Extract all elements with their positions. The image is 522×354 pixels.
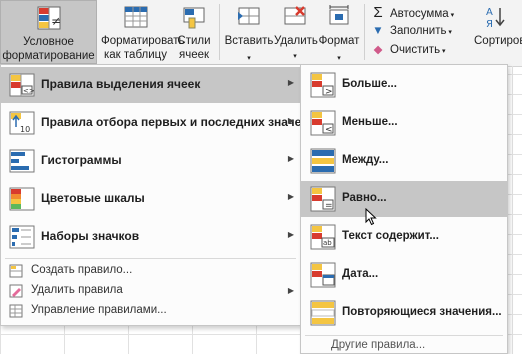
- submenu-item-label: Больше...: [342, 78, 397, 90]
- clear-button[interactable]: ◆ Очистить ▾: [371, 42, 446, 59]
- format-as-table-button[interactable]: Форматировать как таблицу: [97, 0, 185, 64]
- menu-item-data-bars[interactable]: Гистограммы ▶: [1, 143, 300, 179]
- cell-styles-label: Стили ячеек: [177, 35, 211, 61]
- highlight-rules-icon: <>: [9, 73, 35, 97]
- menu-item-clear-rules[interactable]: Удалить правила ▶: [1, 281, 300, 301]
- text-contains-icon: ab: [310, 224, 336, 250]
- svg-text:<: <: [325, 125, 333, 135]
- sort-filter-label: Сортировка и фильтр: [474, 35, 522, 47]
- less-than-icon: <: [310, 110, 336, 136]
- delete-cells-button[interactable]: Удалить ▾: [274, 0, 318, 64]
- submenu-arrow-icon: ▶: [287, 286, 294, 295]
- sort-filter-button[interactable]: А Я Сортировка и фильтр: [472, 0, 522, 64]
- menu-item-label: Правила отбора первых и последних значен…: [41, 115, 324, 129]
- submenu-arrow-icon: ▶: [287, 78, 294, 87]
- clear-rules-icon: [9, 284, 23, 298]
- ribbon-separator: [219, 4, 220, 60]
- submenu-item-label: Повторяющиеся значения...: [342, 306, 502, 318]
- menu-separator: [305, 335, 503, 336]
- insert-label: Вставить ▾: [224, 35, 274, 62]
- delete-label: Удалить ▾: [274, 35, 318, 60]
- menu-item-color-scales[interactable]: Цветовые шкалы ▶: [1, 181, 300, 217]
- menu-item-label: Цветовые шкалы: [41, 191, 145, 205]
- fill-down-icon: ▼: [372, 25, 384, 37]
- menu-item-label: Правила выделения ячеек: [41, 77, 201, 91]
- submenu-item-equal-to[interactable]: = Равно...: [301, 181, 507, 217]
- menu-item-label: Создать правило...: [31, 264, 133, 276]
- submenu-item-date-occurring[interactable]: Дата...: [301, 257, 507, 293]
- svg-text:ab: ab: [323, 239, 332, 247]
- format-label: Формат ▾: [318, 35, 360, 62]
- submenu-arrow-icon: ▶: [287, 154, 294, 163]
- ribbon-separator: [364, 4, 365, 60]
- submenu-arrow-icon: ▶: [287, 192, 294, 201]
- highlight-cells-rules-submenu: > Больше... < Меньше... Между... = Равно…: [300, 64, 508, 354]
- new-rule-icon: [9, 264, 23, 278]
- delete-cells-icon: [284, 6, 306, 25]
- fill-button[interactable]: ▼ Заполнить ▾: [371, 23, 452, 40]
- cell-styles-icon: [183, 7, 205, 29]
- more-rules-link[interactable]: Другие правила...: [331, 339, 425, 351]
- svg-text:=: =: [325, 201, 333, 211]
- format-as-table-icon: [124, 6, 147, 28]
- svg-text:Я: Я: [486, 19, 493, 30]
- sort-filter-icon: А Я: [486, 7, 505, 30]
- icon-sets-icon: [9, 225, 35, 249]
- conditional-formatting-menu: <> Правила выделения ячеек ▶ 10 Правила …: [0, 64, 323, 326]
- menu-item-icon-sets[interactable]: Наборы значков ▶: [1, 219, 300, 255]
- format-cells-button[interactable]: Формат ▾: [316, 0, 362, 64]
- insert-cells-button[interactable]: Вставить ▾: [224, 0, 274, 64]
- sigma-icon: Σ: [373, 4, 383, 21]
- ribbon: ≠ Условное форматирование ▾ Форматироват…: [0, 0, 522, 77]
- menu-item-label: Удалить правила: [31, 284, 123, 296]
- submenu-item-text-contains[interactable]: ab Текст содержит...: [301, 219, 507, 255]
- menu-item-label: Гистограммы: [41, 153, 122, 167]
- submenu-item-label: Между...: [342, 154, 389, 166]
- between-icon: [310, 148, 336, 174]
- submenu-item-between[interactable]: Между...: [301, 143, 507, 179]
- format-cells-icon: [329, 5, 349, 25]
- submenu-item-label: Меньше...: [342, 116, 398, 128]
- submenu-item-label: Дата...: [342, 268, 379, 280]
- menu-item-new-rule[interactable]: Создать правило...: [1, 261, 300, 281]
- top-bottom-rules-icon: 10: [9, 111, 35, 135]
- submenu-item-greater-than[interactable]: > Больше...: [301, 67, 507, 103]
- manage-rules-icon: [9, 304, 23, 318]
- mouse-pointer-icon: [365, 208, 377, 226]
- conditional-formatting-button[interactable]: ≠ Условное форматирование ▾: [0, 0, 97, 77]
- color-scales-icon: [9, 187, 35, 211]
- svg-text:10: 10: [20, 125, 30, 134]
- submenu-arrow-icon: ▶: [287, 116, 294, 125]
- data-bars-icon: [9, 149, 35, 173]
- menu-item-label: Управление правилами...: [31, 304, 167, 316]
- submenu-arrow-icon: ▶: [287, 230, 294, 239]
- insert-cells-icon: [238, 7, 260, 25]
- menu-item-top-bottom-rules[interactable]: 10 Правила отбора первых и последних зна…: [1, 105, 323, 141]
- submenu-item-label: Текст содержит...: [342, 230, 439, 242]
- format-as-table-label: Форматировать как таблицу: [101, 35, 185, 61]
- svg-text:>: >: [325, 87, 333, 97]
- submenu-item-duplicate-values[interactable]: Повторяющиеся значения...: [301, 295, 507, 331]
- cell-styles-button[interactable]: Стили ячеек: [174, 0, 214, 64]
- submenu-item-label: Равно...: [342, 192, 387, 204]
- duplicate-values-icon: [310, 300, 336, 326]
- svg-text:<>: <>: [23, 87, 35, 95]
- menu-separator: [5, 258, 296, 259]
- equal-to-icon: =: [310, 186, 336, 212]
- menu-item-label: Наборы значков: [41, 229, 140, 243]
- autosum-button[interactable]: Σ Автосумма ▾: [371, 4, 454, 21]
- greater-than-icon: >: [310, 72, 336, 98]
- date-occurring-icon: [310, 262, 336, 288]
- menu-item-manage-rules[interactable]: Управление правилами...: [1, 301, 300, 321]
- svg-text:А: А: [486, 7, 493, 18]
- submenu-item-less-than[interactable]: < Меньше...: [301, 105, 507, 141]
- eraser-icon: ◆: [373, 44, 383, 56]
- conditional-formatting-icon: ≠: [37, 6, 61, 30]
- menu-item-highlight-cells-rules[interactable]: <> Правила выделения ячеек ▶: [1, 67, 300, 103]
- svg-text:≠: ≠: [51, 14, 61, 28]
